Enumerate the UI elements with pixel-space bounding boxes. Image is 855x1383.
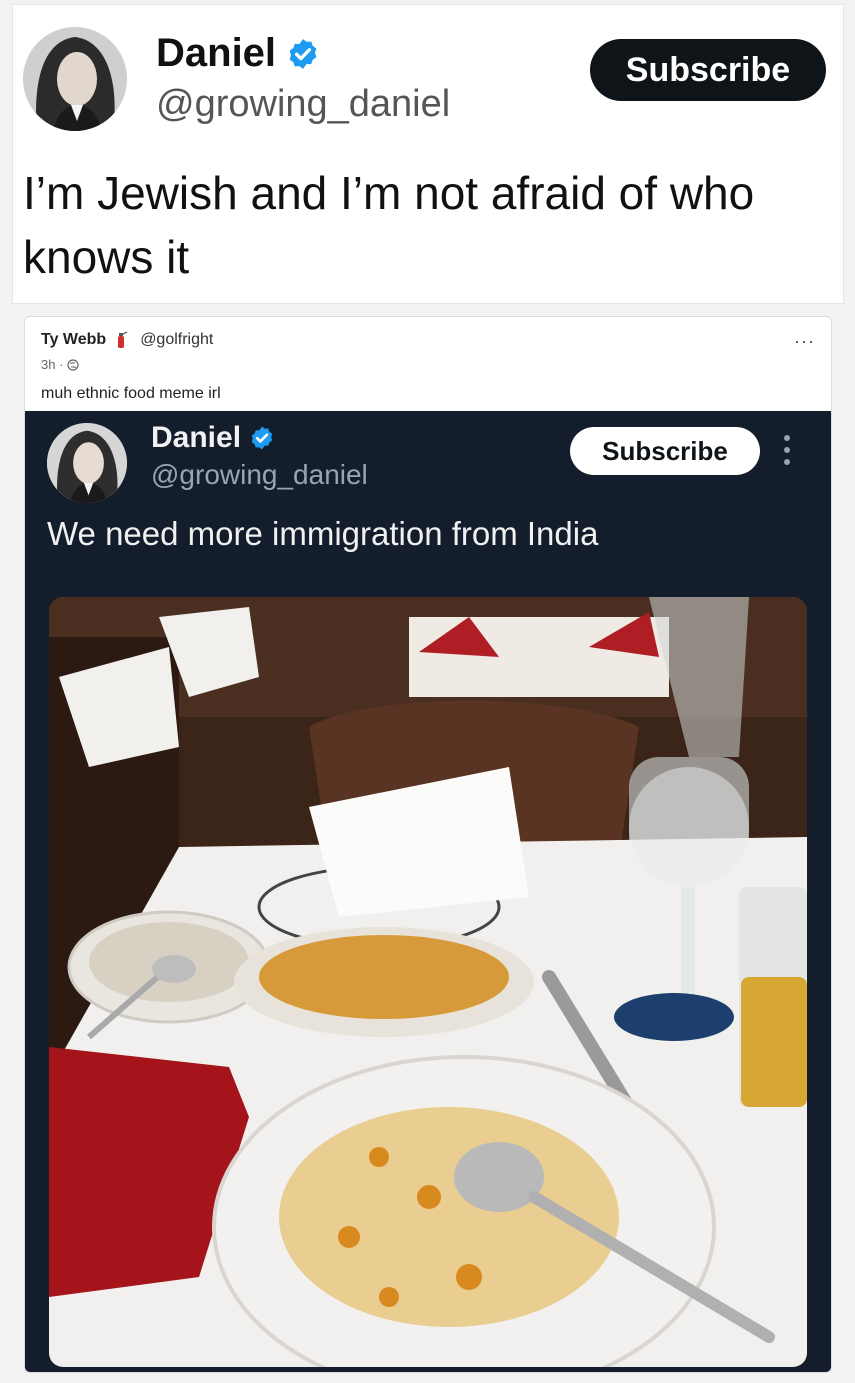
more-vertical-icon [784, 435, 790, 465]
verified-badge-icon [251, 426, 273, 450]
globe-icon [67, 358, 80, 371]
avatar [47, 423, 127, 503]
subscribe-button[interactable]: Subscribe [590, 39, 826, 101]
post-timestamp[interactable]: 3h · [41, 357, 63, 372]
user-handle[interactable]: @growing_daniel [156, 83, 450, 126]
embedded-display-name: Daniel [151, 421, 242, 454]
embedded-user-handle: @growing_daniel [151, 459, 368, 490]
embedded-tweet-screenshot[interactable]: Daniel @growing_daniel Subscribe We need… [25, 411, 831, 1372]
quote-author-handle[interactable]: @golfright [140, 331, 213, 349]
quote-post-text: muh ethnic food meme irl [41, 385, 221, 402]
embedded-subscribe-button: Subscribe [570, 427, 760, 475]
embedded-tweet-text: We need more immigration from India [47, 515, 599, 552]
verified-badge-icon [289, 38, 317, 69]
tweet-text: I’m Jewish and I’m not afraid of who kno… [23, 167, 755, 283]
top-tweet-card: Daniel @growing_daniel Subscribe I’m Jew… [12, 4, 844, 304]
quote-author-name[interactable]: Ty Webb [41, 331, 106, 349]
fire-extinguisher-icon [118, 331, 128, 348]
avatar[interactable] [23, 27, 127, 131]
restaurant-table-photo [49, 597, 807, 1367]
quote-post-card: Ty Webb @golfright 3h · ··· muh ethnic f… [24, 316, 832, 1373]
more-options-icon[interactable]: ··· [794, 331, 815, 352]
display-name[interactable]: Daniel [156, 31, 276, 76]
